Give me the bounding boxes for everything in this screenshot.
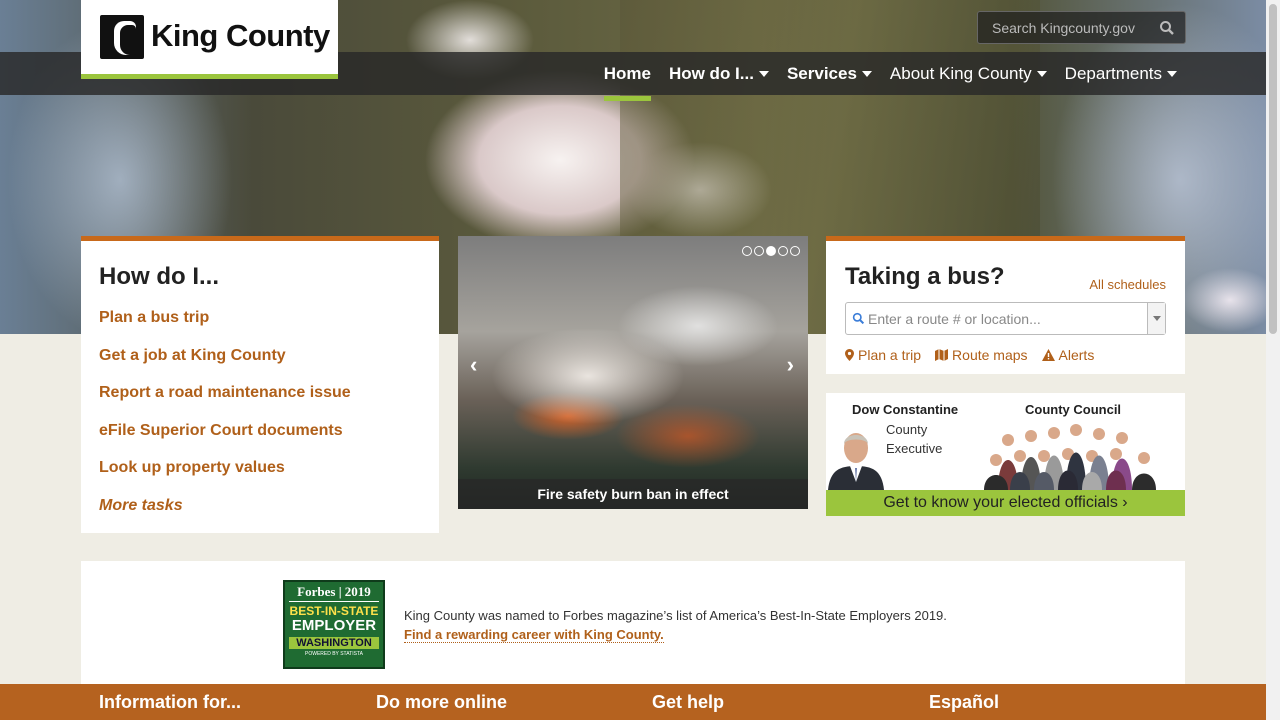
task-link[interactable]: Plan a bus trip [99,309,351,347]
executive-name: Dow Constantine [852,402,959,417]
task-link[interactable]: eFile Superior Court documents [99,422,351,460]
nav-services[interactable]: Services [778,52,881,95]
page-scrollbar[interactable] [1266,0,1280,720]
main-nav: Home How do I... Services About King Cou… [595,52,1186,101]
forbes-award-band: Forbes | 2019 BEST-IN-STATE EMPLOYER WAS… [81,561,1185,686]
carousel-dot[interactable] [754,246,764,256]
plan-trip-link[interactable]: Plan a trip [845,347,921,363]
chevron-down-icon [758,70,769,77]
logo-text: King County [151,18,330,53]
footer-bar: Information for... Do more online Get he… [0,684,1266,720]
forbes-badge: Forbes | 2019 BEST-IN-STATE EMPLOYER WAS… [283,580,385,669]
site-search [977,11,1186,44]
search-icon [852,312,865,330]
alerts-link[interactable]: Alerts [1041,347,1094,363]
taking-a-bus-panel: Taking a bus? All schedules Plan a trip … [826,236,1185,374]
how-do-i-title: How do I... [99,263,219,290]
chevron-down-icon [1167,70,1177,77]
nav-departments[interactable]: Departments [1056,52,1186,95]
footer-information-for[interactable]: Information for... [99,692,241,713]
task-link[interactable]: Get a job at King County [99,347,351,385]
carousel-dots [742,246,800,256]
nav-about[interactable]: About King County [881,52,1056,95]
route-maps-link[interactable]: Route maps [935,347,1028,363]
map-marker-icon [845,349,854,361]
route-search [845,302,1166,335]
chevron-down-icon [861,70,872,77]
nav-home[interactable]: Home [595,52,660,101]
carousel-dot-active[interactable] [766,246,776,256]
task-link[interactable]: Report a road maintenance issue [99,384,351,422]
king-county-logo[interactable]: King County [81,0,338,79]
chevron-right-icon[interactable]: › [787,352,794,378]
how-do-i-panel: How do I... Plan a bus trip Get a job at… [81,236,439,533]
map-icon [935,349,949,361]
search-input[interactable] [984,12,1154,43]
search-icon[interactable] [1159,20,1175,36]
council-group-photo [976,420,1176,490]
know-your-officials-link[interactable]: Get to know your elected officials › [826,490,1185,516]
chevron-down-icon [1036,70,1047,77]
carousel-dot[interactable] [790,246,800,256]
carousel-dot[interactable] [742,246,752,256]
footer-do-more-online[interactable]: Do more online [376,692,507,713]
news-carousel[interactable]: ‹ › Fire safety burn ban in effect [458,236,808,509]
carousel-dot[interactable] [778,246,788,256]
chevron-left-icon[interactable]: ‹ [470,352,477,378]
forbes-text: King County was named to Forbes magazine… [404,608,947,643]
bus-title: Taking a bus? [845,263,1005,290]
task-link[interactable]: Look up property values [99,459,351,497]
nav-how-do-i[interactable]: How do I... [660,52,778,95]
route-dropdown-toggle[interactable] [1147,303,1165,334]
more-tasks-link[interactable]: More tasks [99,497,351,535]
footer-get-help[interactable]: Get help [652,692,724,713]
career-link[interactable]: Find a rewarding career with King County… [404,627,664,643]
executive-title: County Executive [886,422,943,456]
carousel-caption[interactable]: Fire safety burn ban in effect [458,479,808,509]
route-input[interactable] [868,303,1138,334]
warning-icon [1041,349,1055,361]
scrollbar-thumb[interactable] [1269,4,1277,334]
council-name: County Council [1025,402,1122,417]
elected-officials-panel[interactable]: Dow Constantine County Executive County … [826,393,1185,516]
all-schedules-link[interactable]: All schedules [1089,277,1166,292]
footer-espanol[interactable]: Español [929,692,999,713]
executive-photo [826,420,886,490]
king-county-logo-icon [100,15,144,59]
